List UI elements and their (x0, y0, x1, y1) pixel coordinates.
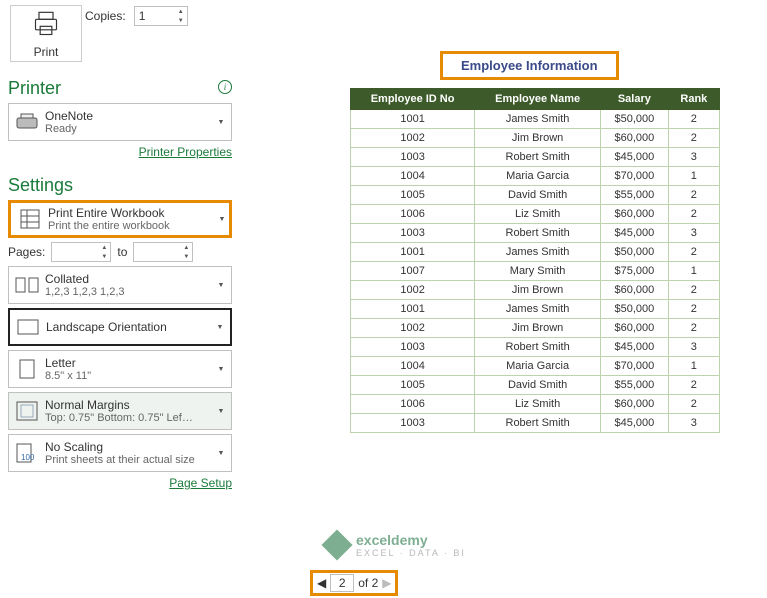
table-row: 1003Robert Smith$45,0003 (351, 338, 720, 357)
print-button[interactable]: Print (10, 5, 82, 62)
table-header: Employee Name (475, 89, 601, 110)
chevron-down-icon[interactable]: ▼ (215, 119, 227, 126)
collation-icon (9, 277, 45, 293)
table-row: 1003Robert Smith$45,0003 (351, 224, 720, 243)
copies-value[interactable]: 1 (135, 7, 175, 25)
table-row: 1007Mary Smith$75,0001 (351, 262, 720, 281)
table-row: 1006Liz Smith$60,0002 (351, 395, 720, 414)
table-row: 1005David Smith$55,0002 (351, 186, 720, 205)
preview-title: Employee Information (440, 51, 619, 80)
scaling-select[interactable]: 100 No Scaling Print sheets at their act… (8, 434, 232, 472)
chevron-down-icon[interactable]: ▼ (98, 252, 110, 261)
table-row: 1005David Smith$55,0002 (351, 376, 720, 395)
page-total-label: of 2 (358, 576, 378, 590)
collation-select[interactable]: Collated 1,2,3 1,2,3 1,2,3 ▼ (8, 266, 232, 304)
chevron-down-icon[interactable]: ▼ (215, 366, 227, 373)
current-page-input[interactable]: 2 (330, 574, 354, 592)
print-button-label: Print (34, 45, 59, 59)
printer-heading: Printer i (8, 78, 232, 99)
info-icon[interactable]: i (218, 80, 232, 94)
table-row: 1001James Smith$50,0002 (351, 110, 720, 129)
margins-icon (9, 401, 45, 421)
table-header: Salary (601, 89, 669, 110)
margins-select[interactable]: Normal Margins Top: 0.75" Bottom: 0.75" … (8, 392, 232, 430)
chevron-down-icon[interactable]: ▼ (215, 450, 227, 457)
printer-status: Ready (45, 123, 215, 135)
table-row: 1006Liz Smith$60,0002 (351, 205, 720, 224)
settings-heading: Settings (8, 175, 232, 196)
scaling-icon: 100 (9, 443, 45, 463)
table-row: 1002Jim Brown$60,0002 (351, 281, 720, 300)
table-row: 1002Jim Brown$60,0002 (351, 129, 720, 148)
next-page-button[interactable]: ▶ (382, 576, 391, 590)
landscape-icon (10, 319, 46, 335)
page-navigator[interactable]: ◀ 2 of 2 ▶ (310, 570, 398, 596)
printer-properties-link[interactable]: Printer Properties (8, 145, 232, 159)
copies-label: Copies: (85, 9, 126, 23)
watermark-logo-icon (321, 529, 352, 560)
chevron-down-icon[interactable]: ▼ (215, 408, 227, 415)
pages-from-input[interactable]: ▲▼ (51, 242, 111, 262)
table-header: Rank (668, 89, 719, 110)
chevron-up-icon[interactable]: ▲ (98, 243, 110, 252)
table-row: 1004Maria Garcia$70,0001 (351, 357, 720, 376)
page-setup-link[interactable]: Page Setup (8, 476, 232, 490)
watermark: exceldemy EXCEL · DATA · BI (326, 532, 466, 558)
svg-text:100: 100 (21, 453, 35, 462)
print-preview: Employee Information Employee ID NoEmplo… (350, 45, 720, 433)
chevron-down-icon[interactable]: ▼ (215, 282, 227, 289)
chevron-up-icon[interactable]: ▲ (175, 7, 187, 16)
printer-select[interactable]: OneNote Ready ▼ (8, 103, 232, 141)
copies-stepper[interactable]: 1 ▲▼ (134, 6, 188, 26)
chevron-down-icon[interactable]: ▼ (175, 16, 187, 25)
employee-table: Employee ID NoEmployee NameSalaryRank 10… (350, 88, 720, 433)
orientation-select[interactable]: Landscape Orientation ▼ (8, 308, 232, 346)
table-row: 1001James Smith$50,0002 (351, 300, 720, 319)
table-row: 1002Jim Brown$60,0002 (351, 319, 720, 338)
printer-icon (32, 10, 60, 41)
chevron-down-icon[interactable]: ▼ (180, 252, 192, 261)
chevron-down-icon[interactable]: ▼ (214, 324, 226, 331)
paper-icon (9, 359, 45, 379)
chevron-up-icon[interactable]: ▲ (180, 243, 192, 252)
workbook-icon (12, 208, 48, 230)
table-row: 1003Robert Smith$45,0003 (351, 414, 720, 433)
table-header: Employee ID No (351, 89, 475, 110)
table-row: 1004Maria Garcia$70,0001 (351, 167, 720, 186)
pages-to-label: to (117, 245, 127, 259)
paper-size-select[interactable]: Letter 8.5" x 11" ▼ (8, 350, 232, 388)
pages-label: Pages: (8, 245, 45, 259)
printer-name: OneNote (45, 109, 215, 123)
table-row: 1003Robert Smith$45,0003 (351, 148, 720, 167)
print-scope-select[interactable]: Print Entire Workbook Print the entire w… (8, 200, 232, 238)
prev-page-button[interactable]: ◀ (317, 576, 326, 590)
printer-device-icon (9, 112, 45, 132)
pages-to-input[interactable]: ▲▼ (133, 242, 193, 262)
table-row: 1001James Smith$50,0002 (351, 243, 720, 262)
chevron-down-icon[interactable]: ▼ (216, 216, 228, 223)
